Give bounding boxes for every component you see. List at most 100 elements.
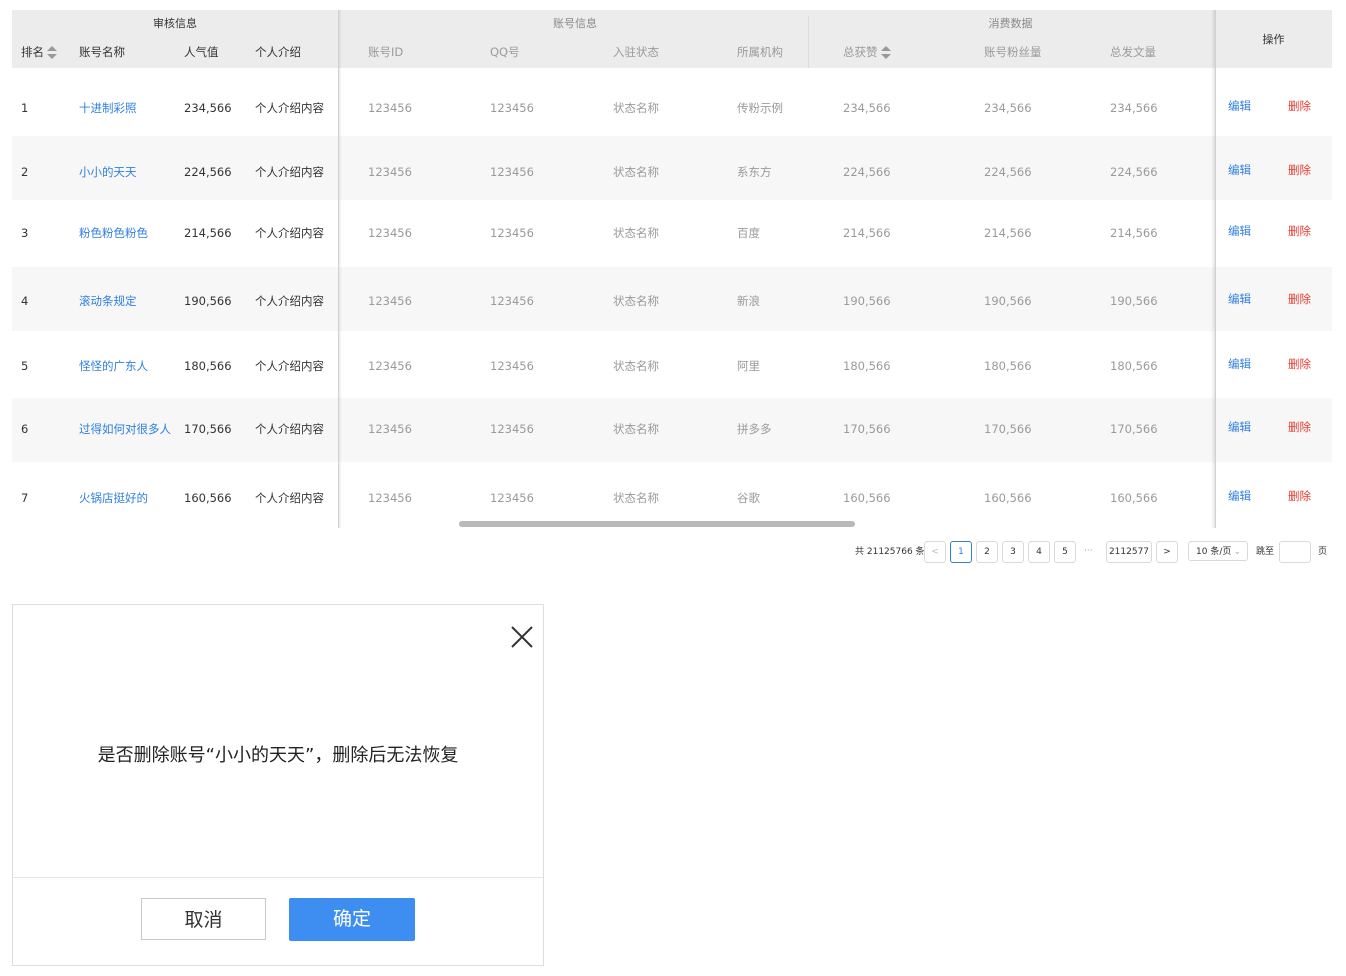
delete-button[interactable]: 删除: [1288, 224, 1311, 238]
cell-account-id: 123456: [368, 165, 412, 179]
fixed-right-border: [1215, 10, 1216, 528]
cell-popularity: 214,566: [184, 226, 232, 240]
delete-confirm-dialog: 是否删除账号“小小的天天”，删除后无法恢复 取消 确定: [12, 604, 544, 966]
cell-status: 状态名称: [613, 422, 659, 436]
jump-label: 跳至: [1256, 547, 1275, 557]
cell-likes: 214,566: [843, 226, 891, 240]
cell-intro: 个人介绍内容: [255, 294, 324, 308]
cell-likes: 190,566: [843, 294, 891, 308]
edit-button[interactable]: 编辑: [1228, 357, 1251, 371]
prev-page-button[interactable]: <: [924, 541, 946, 563]
cell-fans: 214,566: [984, 226, 1032, 240]
delete-button[interactable]: 删除: [1288, 99, 1311, 113]
cell-fans: 224,566: [984, 165, 1032, 179]
cell-fans: 180,566: [984, 359, 1032, 373]
close-icon[interactable]: [510, 625, 534, 649]
page-button[interactable]: 1: [950, 541, 972, 563]
cell-popularity: 180,566: [184, 359, 232, 373]
delete-button[interactable]: 删除: [1288, 357, 1311, 371]
cell-rank: 6: [21, 422, 29, 436]
delete-button[interactable]: 删除: [1288, 420, 1311, 434]
fixed-left-border: [338, 10, 339, 528]
cell-name[interactable]: 滚动条规定: [79, 294, 137, 308]
cell-qq: 123456: [490, 226, 534, 240]
jump-page-input[interactable]: [1279, 541, 1311, 563]
cell-fans: 160,566: [984, 491, 1032, 505]
table-row: 6 过得如何对很多人 170,566 个人介绍内容 123456 123456 状态名称 拼多…: [12, 398, 1332, 462]
col-popularity: 人气值: [184, 45, 219, 59]
horizontal-scrollbar[interactable]: [459, 521, 855, 527]
cell-org: 百度: [737, 226, 760, 240]
page-button[interactable]: 4: [1028, 541, 1050, 563]
cell-intro: 个人介绍内容: [255, 226, 324, 240]
sort-icon[interactable]: [880, 45, 891, 60]
cell-account-id: 123456: [368, 422, 412, 436]
cancel-button[interactable]: 取消: [141, 898, 266, 940]
page-button[interactable]: 5: [1054, 541, 1076, 563]
cell-qq: 123456: [490, 294, 534, 308]
cell-name[interactable]: 怪怪的广东人: [79, 359, 148, 373]
cell-posts: 190,566: [1110, 294, 1158, 308]
edit-button[interactable]: 编辑: [1228, 163, 1251, 177]
cell-org: 新浪: [737, 294, 760, 308]
cell-status: 状态名称: [613, 359, 659, 373]
delete-button[interactable]: 删除: [1288, 489, 1311, 503]
last-page-button[interactable]: 2112577: [1106, 541, 1152, 563]
cell-qq: 123456: [490, 359, 534, 373]
delete-button[interactable]: 删除: [1288, 163, 1311, 177]
col-intro: 个人介绍: [255, 45, 301, 59]
edit-button[interactable]: 编辑: [1228, 420, 1251, 434]
col-fans: 账号粉丝量: [984, 45, 1042, 59]
confirm-button[interactable]: 确定: [289, 898, 415, 941]
cell-account-id: 123456: [368, 294, 412, 308]
cell-posts: 224,566: [1110, 165, 1158, 179]
cell-posts: 214,566: [1110, 226, 1158, 240]
page-button[interactable]: 3: [1002, 541, 1024, 563]
group-divider: [808, 16, 809, 68]
cell-name[interactable]: 小小的天天: [79, 165, 137, 179]
table-row: 5 怪怪的广东人 180,566 个人介绍内容 123456 123456 状态名称 阿里 18…: [12, 332, 1332, 397]
cell-likes: 170,566: [843, 422, 891, 436]
table-row: 2 小小的天天 224,566 个人介绍内容 123456 123456 状态名称 系东方 22…: [12, 136, 1332, 200]
cell-org: 阿里: [737, 359, 760, 373]
col-org: 所属机构: [737, 45, 783, 59]
cell-popularity: 224,566: [184, 165, 232, 179]
chevron-down-icon: ⌄: [1233, 547, 1241, 557]
cell-likes: 180,566: [843, 359, 891, 373]
group-consume: 消费数据: [988, 17, 1033, 30]
sort-icon[interactable]: [47, 45, 57, 60]
cell-rank: 4: [21, 294, 29, 308]
col-rank[interactable]: 排名: [21, 36, 57, 68]
col-likes-label: 总获赞: [843, 45, 878, 59]
edit-button[interactable]: 编辑: [1228, 99, 1251, 113]
cell-qq: 123456: [490, 101, 534, 115]
group-ops: 操作: [1262, 33, 1285, 46]
cell-name[interactable]: 十进制彩照: [79, 101, 137, 115]
cell-name[interactable]: 粉色粉色粉色: [79, 226, 148, 240]
cell-status: 状态名称: [613, 101, 659, 115]
cell-status: 状态名称: [613, 294, 659, 308]
pagination-ellipsis[interactable]: ···: [1084, 541, 1093, 563]
edit-button[interactable]: 编辑: [1228, 292, 1251, 306]
delete-button[interactable]: 删除: [1288, 292, 1311, 306]
edit-button[interactable]: 编辑: [1228, 489, 1251, 503]
table-row: 4 滚动条规定 190,566 个人介绍内容 123456 123456 状态名称 新浪 190…: [12, 267, 1332, 331]
cell-status: 状态名称: [613, 491, 659, 505]
cell-rank: 7: [21, 491, 29, 505]
col-likes[interactable]: 总获赞: [843, 36, 891, 68]
cell-org: 拼多多: [737, 422, 772, 436]
cell-popularity: 234,566: [184, 101, 232, 115]
page-size-select[interactable]: 10 条/页 ⌄: [1188, 541, 1248, 561]
cell-account-id: 123456: [368, 101, 412, 115]
col-status: 入驻状态: [613, 45, 659, 59]
edit-button[interactable]: 编辑: [1228, 224, 1251, 238]
next-page-button[interactable]: >: [1156, 541, 1178, 563]
cell-name[interactable]: 火锅店挺好的: [79, 491, 148, 505]
cell-posts: 180,566: [1110, 359, 1158, 373]
cell-name[interactable]: 过得如何对很多人: [79, 422, 171, 436]
cell-rank: 2: [21, 165, 29, 179]
page-button[interactable]: 2: [976, 541, 998, 563]
group-review: 审核信息: [153, 17, 197, 30]
cell-posts: 170,566: [1110, 422, 1158, 436]
cell-intro: 个人介绍内容: [255, 422, 324, 436]
